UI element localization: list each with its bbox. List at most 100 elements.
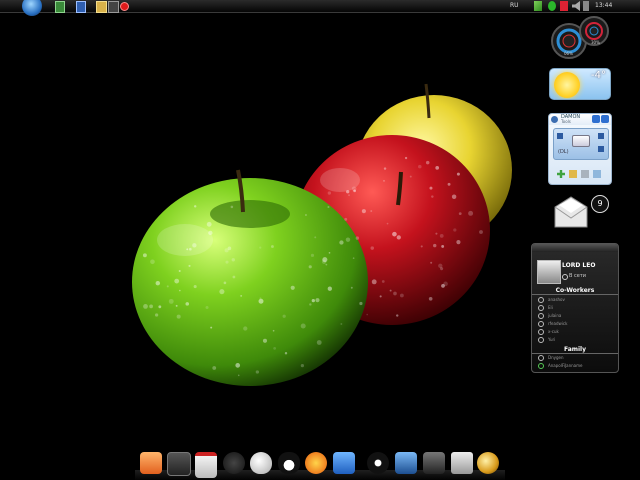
water-droplet [273, 346, 277, 350]
damon-toolbar [555, 169, 607, 181]
image-folder-icon[interactable] [569, 170, 577, 178]
floppy-icon[interactable] [195, 452, 217, 478]
box-icon[interactable] [333, 452, 355, 474]
water-droplet [176, 314, 181, 319]
orb-icon[interactable] [477, 452, 499, 474]
water-droplet [225, 260, 229, 264]
virtual-drive-panel[interactable]: (DL) [553, 128, 609, 160]
water-droplet [272, 329, 275, 332]
water-droplet [235, 363, 241, 368]
avatar[interactable] [537, 260, 561, 284]
image-catalog-icon[interactable] [581, 170, 589, 178]
water-droplet [381, 280, 385, 283]
contact-name: x-cuk [548, 329, 559, 334]
drive-icon [572, 135, 590, 147]
taskbar-stop-icon[interactable] [120, 2, 129, 11]
camera-icon[interactable] [423, 452, 445, 474]
contact-item[interactable]: anashov [538, 297, 565, 303]
contacts-gadget[interactable]: LORD LEO В сети Co-Workers anashov Eli j… [531, 243, 619, 373]
theater-mask-icon[interactable] [250, 452, 272, 474]
contact-item[interactable]: x-cuk [538, 329, 559, 335]
contact-item[interactable]: Dnygen [538, 355, 564, 361]
help-icon[interactable] [592, 115, 600, 123]
water-droplet [232, 275, 236, 279]
water-droplet [179, 289, 181, 292]
damon-header: DAMON Tools [549, 114, 611, 125]
damon-tools-gadget[interactable]: DAMON Tools (DL) [548, 113, 612, 185]
water-droplet [433, 243, 437, 248]
status-icon [538, 297, 544, 303]
water-droplet [282, 314, 286, 318]
tray-app-icon[interactable] [560, 1, 568, 11]
water-droplet [168, 298, 174, 304]
network-icon[interactable] [534, 1, 542, 11]
water-droplet [327, 205, 330, 209]
contact-item[interactable]: rfeadwick [538, 321, 567, 327]
taskbar-media-icon[interactable] [108, 1, 119, 13]
water-droplet [258, 298, 264, 304]
tray-misc-icon[interactable] [583, 1, 589, 11]
piano-icon[interactable] [223, 452, 245, 474]
contact-item[interactable]: Eli [538, 305, 553, 311]
water-droplet [310, 253, 315, 257]
water-droplet [284, 352, 288, 355]
water-droplet [189, 247, 192, 251]
status-icon [538, 321, 544, 327]
water-droplet [175, 304, 178, 307]
water-droplet [223, 281, 227, 285]
water-droplet [237, 374, 240, 377]
terminal-icon[interactable] [167, 452, 191, 476]
contact-item[interactable]: AnapolFiJanname [538, 363, 582, 369]
monitor-icon[interactable] [395, 452, 417, 474]
water-droplet [315, 298, 320, 303]
water-droplet [439, 234, 444, 238]
water-droplet [456, 172, 460, 176]
mail-gadget[interactable]: 9 [551, 193, 609, 233]
contact-name: julaina [548, 313, 562, 318]
water-droplet [300, 323, 306, 329]
water-droplet [409, 175, 412, 178]
contact-item[interactable]: Yuri [538, 337, 555, 343]
water-droplet [224, 248, 229, 253]
user-status[interactable]: В сети [569, 273, 586, 279]
contact-item[interactable]: julaina [538, 313, 561, 319]
weather-gadget[interactable]: -4° [549, 68, 611, 100]
quicklaunch-window-switcher-icon[interactable] [76, 1, 86, 13]
status-icon [538, 313, 544, 319]
water-droplet [396, 314, 399, 317]
water-droplet [420, 245, 423, 248]
water-droplet [259, 246, 262, 249]
tools-icon[interactable] [598, 133, 604, 139]
rss-icon[interactable] [601, 115, 609, 123]
water-droplet [453, 228, 457, 232]
contact-name: Eli [548, 305, 553, 310]
language-indicator[interactable]: RU [510, 1, 519, 11]
packages-icon[interactable] [140, 452, 162, 474]
contact-group-title[interactable]: Co-Workers [532, 287, 618, 295]
water-droplet [351, 186, 357, 192]
penguin-icon[interactable] [278, 452, 300, 474]
unmount-icon[interactable] [598, 146, 604, 152]
water-droplet [262, 338, 268, 343]
water-droplet [389, 289, 392, 292]
volume-icon[interactable] [572, 1, 580, 11]
water-droplet [186, 248, 189, 251]
clock[interactable]: 13:44 [595, 1, 612, 11]
water-droplet [149, 304, 153, 309]
tray-settings-icon[interactable] [548, 1, 556, 11]
fox-icon[interactable] [305, 452, 327, 474]
image-write-icon[interactable] [593, 170, 601, 178]
water-droplet [379, 295, 382, 298]
settings-dial-icon[interactable] [367, 452, 389, 474]
lock-icon[interactable] [451, 452, 473, 474]
water-droplet [259, 297, 262, 300]
add-drive-icon[interactable] [557, 170, 565, 178]
contact-group-title[interactable]: Family [532, 346, 618, 354]
quicklaunch-show-desktop-icon[interactable] [55, 1, 65, 13]
taskbar-folder-icon[interactable] [96, 1, 107, 13]
water-droplet [290, 285, 295, 290]
water-droplet [370, 210, 373, 213]
cpu-ram-meter-gadget[interactable]: 06% 30% [549, 15, 611, 63]
mount-icon[interactable] [557, 133, 563, 139]
water-droplet [174, 278, 180, 284]
